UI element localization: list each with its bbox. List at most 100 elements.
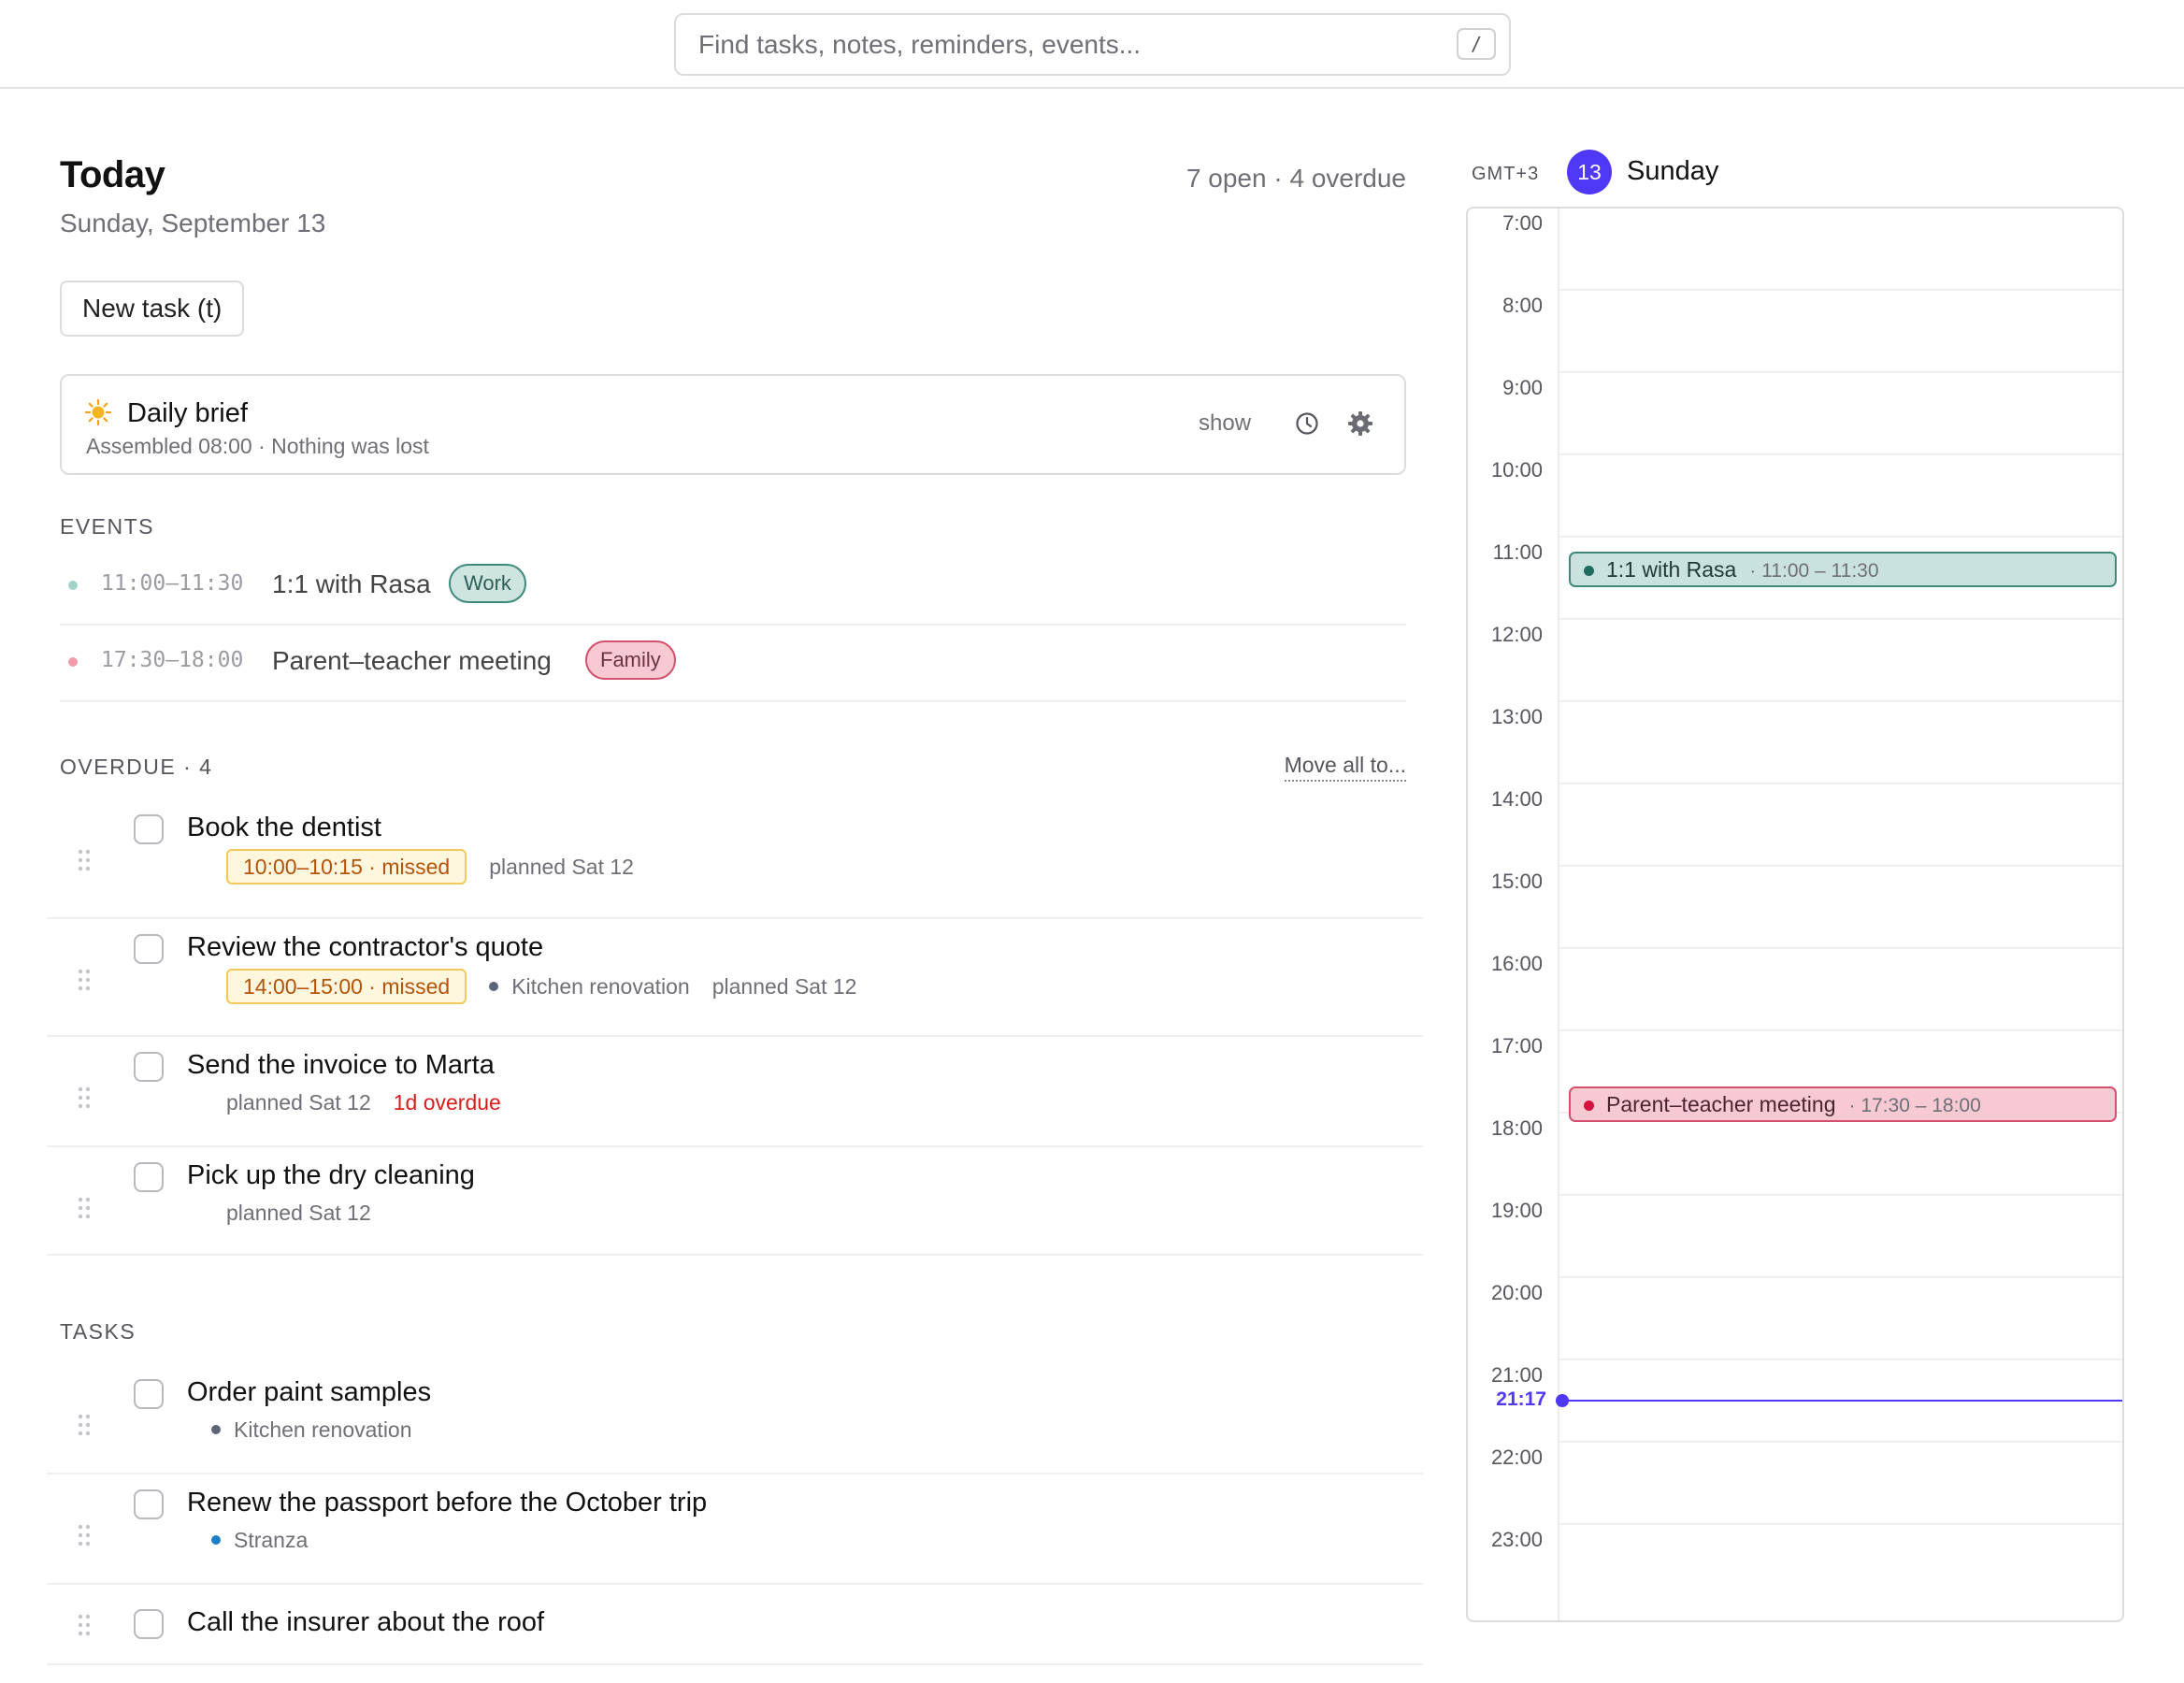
task-row: Book the dentist 10:00–10:15 · missed pl… [47, 799, 1423, 919]
calendar-event-dot [1584, 1100, 1594, 1111]
hour-label: 8:00 [1502, 294, 1543, 317]
event-time: 17:30–18:00 [101, 648, 244, 672]
hour-gridline [1559, 371, 2122, 373]
event-name: 1:1 with Rasa [272, 569, 431, 598]
hour-gridline [1559, 1523, 2122, 1525]
project-dot [211, 1535, 221, 1545]
hour-label: 20:00 [1490, 1281, 1543, 1304]
task-meta: 10:00–10:15 · missed planned Sat 12 [226, 848, 634, 885]
event-row[interactable]: 17:30–18:00 Parent–teacher meeting Famil… [60, 626, 1406, 702]
task-checkbox[interactable] [134, 1609, 164, 1639]
task-meta: 14:00–15:00 · missed Kitchen renovation … [226, 968, 856, 1005]
gear-icon[interactable] [1346, 410, 1374, 438]
calendar-event-name: Parent–teacher meeting [1606, 1092, 1836, 1116]
day-calendar[interactable]: 7:00 8:00 9:00 10:00 11:00 12:00 13:00 14:00 15:… [1466, 207, 2124, 1622]
calendar-timezone: GMT+3 [1472, 164, 1540, 184]
drag-handle-icon[interactable] [77, 968, 92, 992]
event-name: Parent–teacher meeting [272, 646, 552, 675]
task-title[interactable]: Pick up the dry cleaning [187, 1160, 475, 1191]
event-color-dot [68, 581, 78, 590]
overdue-section-label: OVERDUE · 4 [60, 755, 213, 779]
planned-date: planned Sat 12 [489, 854, 634, 879]
calendar-event[interactable]: 1:1 with Rasa · 11:00 – 11:30 [1569, 552, 2117, 587]
project-label[interactable]: Stranza [211, 1528, 308, 1553]
sun-icon [84, 398, 112, 426]
hour-label: 14:00 [1490, 787, 1543, 811]
calendar-day-name: Sunday [1627, 156, 1719, 186]
missed-time-badge: 10:00–10:15 · missed [226, 849, 467, 885]
calendar-event-time: · 17:30 – 18:00 [1848, 1095, 1981, 1116]
calendar-gutter [1558, 209, 1559, 1620]
task-meta: planned Sat 12 [226, 1194, 371, 1231]
hour-label: 16:00 [1490, 952, 1543, 975]
task-title[interactable]: Call the insurer about the roof [187, 1607, 544, 1638]
drag-handle-icon[interactable] [77, 848, 92, 872]
hour-gridline [1559, 783, 2122, 784]
task-meta: planned Sat 12 1d overdue [226, 1084, 501, 1121]
calendar-day-number[interactable]: 13 [1567, 150, 1612, 194]
hour-gridline [1559, 1276, 2122, 1278]
drag-handle-icon[interactable] [77, 1413, 92, 1437]
hour-gridline [1559, 865, 2122, 867]
tasks-section-label: TASKS [60, 1319, 136, 1344]
event-row[interactable]: 11:00–11:30 1:1 with Rasa Work [60, 549, 1406, 626]
hour-label: 17:00 [1490, 1034, 1543, 1057]
task-checkbox[interactable] [134, 1052, 164, 1082]
page-date: Sunday, September 13 [60, 209, 326, 237]
task-row: Review the contractor's quote 14:00–15:0… [47, 919, 1423, 1037]
hour-label: 9:00 [1502, 376, 1543, 399]
task-checkbox[interactable] [134, 1379, 164, 1409]
drag-handle-icon[interactable] [77, 1196, 92, 1220]
hour-label: 23:00 [1490, 1528, 1543, 1551]
task-checkbox[interactable] [134, 1162, 164, 1192]
task-checkbox[interactable] [134, 934, 164, 964]
hour-label: 18:00 [1490, 1116, 1543, 1140]
hour-label: 15:00 [1490, 870, 1543, 893]
daily-brief-show-link[interactable]: show [1199, 410, 1251, 437]
project-dot [211, 1425, 221, 1434]
task-title[interactable]: Book the dentist [187, 813, 381, 843]
project-label[interactable]: Kitchen renovation [489, 974, 690, 1000]
task-row: Send the invoice to Marta planned Sat 12… [47, 1037, 1423, 1147]
project-name: Kitchen renovation [234, 1417, 412, 1442]
drag-handle-icon[interactable] [77, 1523, 92, 1547]
calendar-event-time: · 11:00 – 11:30 [1749, 560, 1879, 582]
calendar-event-dot [1584, 566, 1594, 576]
event-tag-family: Family [585, 640, 676, 680]
event-time: 11:00–11:30 [101, 571, 244, 596]
hour-label: 10:00 [1490, 458, 1543, 482]
daily-brief-card: Daily brief Assembled 08:00 · Nothing wa… [60, 374, 1406, 475]
hour-gridline [1559, 947, 2122, 949]
top-bar: / [0, 0, 2184, 89]
task-title[interactable]: Order paint samples [187, 1377, 431, 1408]
event-color-dot [68, 657, 78, 667]
new-task-button[interactable]: New task (t) [60, 280, 245, 337]
task-checkbox[interactable] [134, 1489, 164, 1519]
task-row: Renew the passport before the October tr… [47, 1474, 1423, 1585]
project-label[interactable]: Kitchen renovation [211, 1417, 412, 1443]
current-time-label: 21:17 [1496, 1388, 1546, 1410]
project-dot [489, 982, 499, 991]
task-row: Pick up the dry cleaning planned Sat 12 [47, 1147, 1423, 1256]
overdue-indicator: 1d overdue [393, 1089, 501, 1115]
move-all-link[interactable]: Move all to... [1284, 753, 1406, 782]
task-title[interactable]: Renew the passport before the October tr… [187, 1488, 707, 1518]
clock-icon[interactable] [1294, 410, 1320, 437]
search-shortcut-hint: / [1457, 28, 1496, 60]
hour-gridline [1559, 1441, 2122, 1443]
task-title[interactable]: Review the contractor's quote [187, 932, 543, 963]
hour-gridline [1559, 618, 2122, 620]
task-checkbox[interactable] [134, 814, 164, 844]
hour-label: 22:00 [1490, 1446, 1543, 1469]
hour-gridline [1559, 1029, 2122, 1031]
daily-brief-title: Daily brief [127, 398, 248, 428]
hour-label: 19:00 [1490, 1199, 1543, 1222]
drag-handle-icon[interactable] [77, 1086, 92, 1110]
hour-gridline [1559, 1359, 2122, 1360]
calendar-event[interactable]: Parent–teacher meeting · 17:30 – 18:00 [1569, 1086, 2117, 1122]
search-box[interactable]: / [674, 13, 1511, 76]
project-name: Kitchen renovation [511, 973, 690, 999]
search-input[interactable] [698, 15, 1428, 74]
drag-handle-icon[interactable] [77, 1613, 92, 1637]
task-title[interactable]: Send the invoice to Marta [187, 1050, 495, 1081]
